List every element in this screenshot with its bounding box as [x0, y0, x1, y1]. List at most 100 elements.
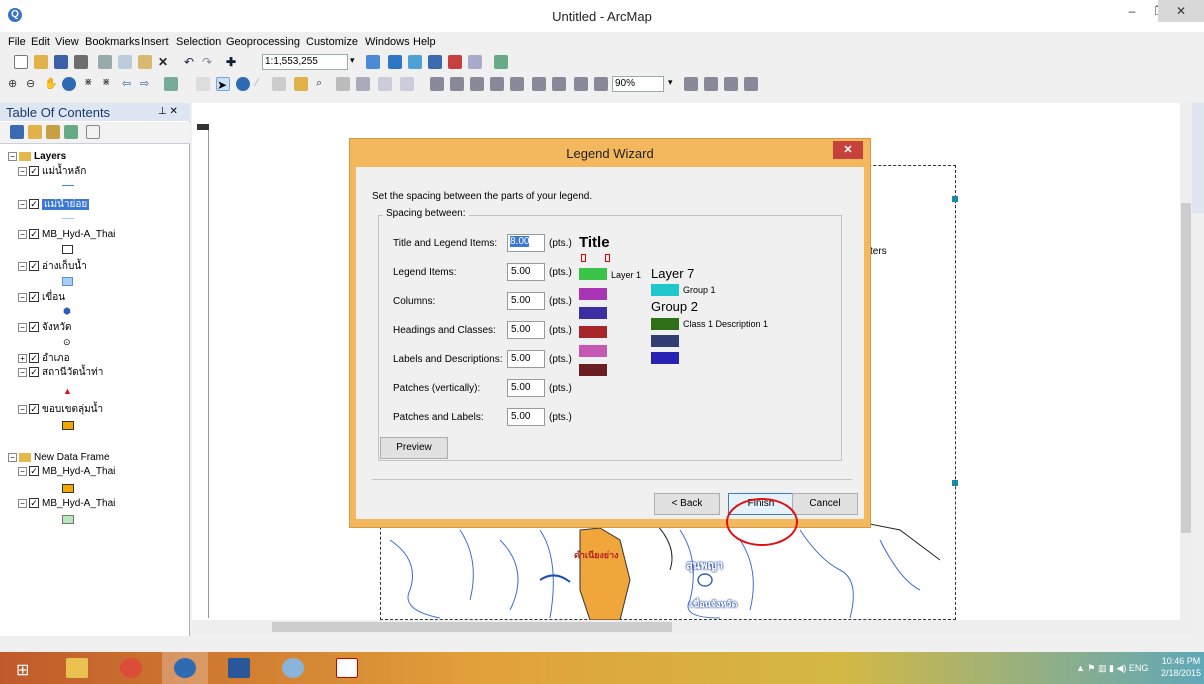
- identify-icon[interactable]: [236, 77, 250, 91]
- patches-labels-input[interactable]: 5.00: [507, 408, 545, 426]
- copy-icon[interactable]: [118, 55, 132, 69]
- taskbar-acrobat[interactable]: [324, 652, 370, 684]
- cancel-button[interactable]: Cancel: [792, 493, 858, 515]
- data-driven-pages-icon[interactable]: [744, 77, 758, 91]
- focus-data-frame-icon[interactable]: [704, 77, 718, 91]
- selection-handle[interactable]: [952, 196, 958, 202]
- labels-descriptions-input[interactable]: 5.00: [507, 350, 545, 368]
- scale-dropdown-icon[interactable]: ▾: [350, 55, 364, 69]
- time-slider-icon[interactable]: [378, 77, 392, 91]
- table-icon[interactable]: [388, 55, 402, 69]
- zoom-in-icon[interactable]: ⊕: [8, 77, 22, 91]
- layout-zoom-input[interactable]: 90%: [612, 76, 664, 92]
- toc-item-reservoir[interactable]: − ✓ อ่างเก็บน้ำ: [18, 260, 87, 274]
- toc-item-mb-hyd-a-thai-3[interactable]: − ✓ MB_Hyd-A_Thai: [18, 497, 115, 511]
- pan-icon[interactable]: ✋: [44, 77, 58, 91]
- undo-icon[interactable]: ↶: [184, 55, 198, 69]
- menu-geoprocessing[interactable]: Geoprocessing: [226, 36, 300, 48]
- toc-item-main-river[interactable]: − ✓ แม่น้ำหลัก: [18, 165, 86, 179]
- close-icon[interactable]: ✕: [1158, 0, 1204, 22]
- toc-item-district[interactable]: + ✓ อำเภอ: [18, 352, 70, 366]
- headings-classes-input[interactable]: 5.00: [507, 321, 545, 339]
- taskbar-word[interactable]: [216, 652, 262, 684]
- clock[interactable]: 10:46 PM 2/18/2015: [1158, 655, 1204, 679]
- list-by-drawing-order-icon[interactable]: [10, 125, 24, 139]
- menu-edit[interactable]: Edit: [31, 36, 50, 48]
- menu-insert[interactable]: Insert: [141, 36, 169, 48]
- toc-item-dam[interactable]: − ✓ เขื่อน: [18, 291, 65, 305]
- full-extent-icon[interactable]: [62, 77, 76, 91]
- go-to-xy-icon[interactable]: [356, 77, 370, 91]
- toc-item-layers[interactable]: − Layers: [8, 150, 66, 164]
- add-data-icon[interactable]: ✚: [226, 55, 240, 69]
- legend-items-input[interactable]: 5.00: [507, 263, 545, 281]
- layout-zoom-out-icon[interactable]: [450, 77, 464, 91]
- vertical-scrollbar[interactable]: [1180, 103, 1192, 621]
- list-by-selection-icon[interactable]: [64, 125, 78, 139]
- menu-bookmarks[interactable]: Bookmarks: [85, 36, 140, 48]
- options-icon[interactable]: [86, 125, 100, 139]
- python-icon[interactable]: [468, 55, 482, 69]
- cut-icon[interactable]: [98, 55, 112, 69]
- print-icon[interactable]: [74, 55, 88, 69]
- menu-view[interactable]: View: [55, 36, 79, 48]
- toc-item-province[interactable]: − ✓ จังหวัด: [18, 321, 71, 335]
- list-by-source-icon[interactable]: [28, 125, 42, 139]
- change-layout-icon[interactable]: [724, 77, 738, 91]
- menu-windows[interactable]: Windows: [365, 36, 410, 48]
- taskbar-explorer[interactable]: [54, 652, 100, 684]
- delete-icon[interactable]: ✕: [158, 55, 172, 69]
- dialog-close-icon[interactable]: ✕: [833, 141, 863, 159]
- toc-item-tributary[interactable]: − ✓ แม่น้ำย่อย: [18, 198, 90, 212]
- go-forward-extent-icon[interactable]: [594, 77, 608, 91]
- taskbar-chrome[interactable]: [108, 652, 154, 684]
- back-button[interactable]: < Back: [654, 493, 720, 515]
- clear-selection-icon[interactable]: [196, 77, 210, 91]
- model-builder-icon[interactable]: [494, 55, 508, 69]
- search-window-icon[interactable]: [428, 55, 442, 69]
- columns-input[interactable]: 5.00: [507, 292, 545, 310]
- toc-item-mb-hyd-a-thai[interactable]: − ✓ MB_Hyd-A_Thai: [18, 228, 115, 242]
- menu-help[interactable]: Help: [413, 36, 436, 48]
- taskbar-paint[interactable]: [270, 652, 316, 684]
- toc-item-basin-boundary[interactable]: − ✓ ขอบเขตลุ่มน้ำ: [18, 403, 103, 417]
- select-elements-icon[interactable]: ➤: [216, 77, 230, 92]
- forward-extent-icon[interactable]: ⇨: [140, 77, 154, 91]
- toc-item-new-data-frame[interactable]: − New Data Frame: [8, 451, 110, 465]
- system-tray[interactable]: ▲ ⚑ ▥ ▮ ◀) ENG: [1076, 663, 1148, 674]
- selection-handle[interactable]: [952, 480, 958, 486]
- menu-file[interactable]: File: [8, 36, 26, 48]
- zoom-dropdown-icon[interactable]: ▾: [668, 77, 682, 91]
- list-by-visibility-icon[interactable]: [46, 125, 60, 139]
- layout-pan-icon[interactable]: [470, 77, 484, 91]
- find-route-icon[interactable]: [336, 77, 350, 91]
- arctoolbox-icon[interactable]: [448, 55, 462, 69]
- select-features-icon[interactable]: [164, 77, 178, 91]
- find-icon[interactable]: ⌕: [316, 77, 330, 91]
- go-back-extent-icon[interactable]: [574, 77, 588, 91]
- redo-icon[interactable]: ↷: [202, 55, 216, 69]
- measure-icon[interactable]: [294, 77, 308, 91]
- viewer-icon[interactable]: [400, 77, 414, 91]
- zoom-out-icon[interactable]: ⊖: [26, 77, 40, 91]
- title-legend-items-input[interactable]: 8.00: [507, 234, 545, 252]
- menu-customize[interactable]: Customize: [306, 36, 358, 48]
- menu-selection[interactable]: Selection: [176, 36, 221, 48]
- language-indicator[interactable]: ENG: [1129, 663, 1149, 673]
- minimize-icon[interactable]: –: [1118, 0, 1146, 22]
- zoom-100-icon[interactable]: [510, 77, 524, 91]
- open-icon[interactable]: [34, 55, 48, 69]
- taskbar-arcmap[interactable]: [162, 652, 208, 684]
- map-scale-input[interactable]: 1:1,553,255: [262, 54, 348, 70]
- editor-icon[interactable]: [366, 55, 380, 69]
- layout-fixed-zoom-out-icon[interactable]: [552, 77, 566, 91]
- fixed-zoom-out-icon[interactable]: ⋇: [102, 77, 116, 91]
- hyperlink-icon[interactable]: ⁄: [256, 77, 270, 91]
- patches-vertically-input[interactable]: 5.00: [507, 379, 545, 397]
- new-icon[interactable]: [14, 55, 28, 69]
- layout-zoom-in-icon[interactable]: [430, 77, 444, 91]
- html-popup-icon[interactable]: [272, 77, 286, 91]
- horizontal-scrollbar[interactable]: [192, 620, 1192, 634]
- paste-icon[interactable]: [138, 55, 152, 69]
- save-icon[interactable]: [54, 55, 68, 69]
